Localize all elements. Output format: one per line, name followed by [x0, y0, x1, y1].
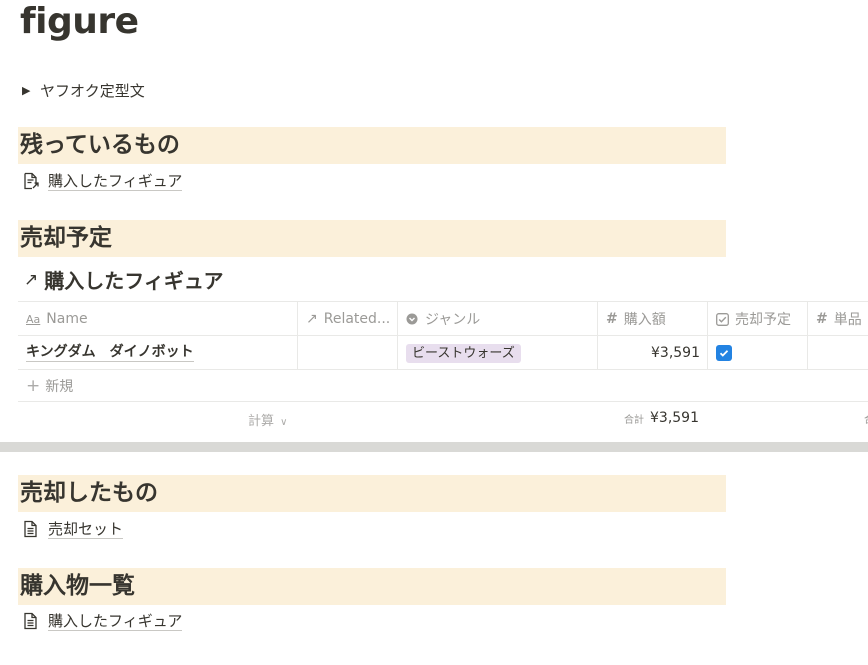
heading-purchases: 購入物一覧 [18, 568, 726, 605]
cell-sale-planned[interactable] [708, 336, 808, 370]
database-table: Aa Name ↗ Related... ジャンル # 購入額 売却予定 # 単… [18, 301, 868, 433]
page-title: figure [20, 1, 139, 42]
column-header-related[interactable]: ↗ Related... [298, 302, 398, 336]
table-row[interactable]: キングダム ダイノボット ビーストウォーズ ¥3,591 [18, 335, 868, 369]
row-name-text: キングダム ダイノボット [26, 344, 194, 362]
add-new-row-button[interactable]: + 新規 [18, 369, 868, 401]
page-link-doc-icon [24, 172, 39, 190]
column-sale-planned-label: 売却予定 [735, 312, 791, 328]
page-doc-icon [24, 520, 37, 538]
heading-sold: 売却したもの [18, 475, 726, 512]
top-pane: figure ▶ ヤフオク定型文 残っているもの 購入したフィギュア 売却予定 … [0, 0, 868, 442]
column-name-label: Name [46, 311, 88, 327]
column-header-name[interactable]: Aa Name [18, 302, 298, 336]
checkbox-property-icon [716, 312, 729, 326]
chevron-down-icon: ∨ [280, 417, 288, 428]
relation-arrow-icon: ↗ [306, 311, 318, 327]
page-link-purchases[interactable]: 購入したフィギュア [22, 610, 183, 632]
page-doc-icon [24, 612, 37, 630]
sale-planned-checkbox[interactable] [716, 345, 732, 361]
column-header-genre[interactable]: ジャンル [398, 302, 598, 336]
price-value: ¥3,591 [651, 345, 700, 361]
toggle-triangle-icon[interactable]: ▶ [22, 84, 40, 97]
calculation-row: 計算 ∨ 合計 ¥3,591 合 [18, 401, 868, 433]
sum-prefix-label: 合計 [624, 414, 644, 426]
heading-remaining: 残っているもの [18, 127, 726, 164]
plus-icon: + [26, 375, 41, 396]
heading-planned: 売却予定 [18, 220, 726, 257]
column-header-price[interactable]: # 購入額 [598, 302, 708, 336]
page-link-label: 購入したフィギュア [48, 611, 183, 631]
column-related-label: Related... [323, 311, 391, 327]
checkmark-icon [719, 350, 729, 357]
pane-divider[interactable] [0, 442, 868, 452]
sum-prefix-trailing: 合 [864, 411, 868, 426]
cell-name[interactable]: キングダム ダイノボット [18, 336, 298, 370]
bottom-pane: 売却したもの 売却セット 購入物一覧 購入したフィギュア [0, 452, 868, 665]
genre-tag: ビーストウォーズ [406, 343, 521, 363]
linked-arrow-icon: ↗ [24, 269, 39, 290]
number-property-icon: # [606, 311, 618, 327]
linked-database-title[interactable]: ↗ 購入したフィギュア [24, 265, 223, 294]
toggle-block[interactable]: ▶ ヤフオク定型文 [22, 79, 145, 101]
cell-price[interactable]: ¥3,591 [598, 336, 708, 370]
number-property-icon: # [816, 311, 828, 327]
select-property-icon [406, 313, 418, 325]
column-header-sale-planned[interactable]: 売却予定 [708, 302, 808, 336]
new-row-label: 新規 [45, 378, 74, 395]
cell-related[interactable] [298, 336, 398, 370]
column-header-unit-price[interactable]: # 単品 [808, 302, 868, 336]
column-price-label: 購入額 [623, 312, 666, 328]
sum-price[interactable]: 合計 ¥3,591 [624, 402, 699, 434]
page-link-label: 売却セット [48, 519, 124, 539]
calculate-dropdown[interactable]: 計算 ∨ [248, 410, 287, 429]
page-link-label: 購入したフィギュア [48, 171, 183, 191]
text-property-icon: Aa [26, 312, 41, 326]
page-link-sold[interactable]: 売却セット [22, 518, 124, 540]
database-title-text: 購入したフィギュア [44, 269, 224, 293]
column-unit-price-label: 単品 [833, 312, 862, 328]
table-header-row: Aa Name ↗ Related... ジャンル # 購入額 売却予定 # 単… [18, 301, 868, 335]
calculate-label: 計算 [248, 414, 275, 429]
column-genre-label: ジャンル [425, 312, 481, 328]
sum-value: ¥3,591 [650, 410, 699, 426]
page-link-remaining[interactable]: 購入したフィギュア [22, 170, 183, 192]
cell-genre[interactable]: ビーストウォーズ [398, 336, 598, 370]
toggle-label: ヤフオク定型文 [40, 81, 145, 100]
cell-unit-price[interactable] [808, 336, 868, 370]
sum-unit-price[interactable]: 合 [864, 402, 868, 434]
